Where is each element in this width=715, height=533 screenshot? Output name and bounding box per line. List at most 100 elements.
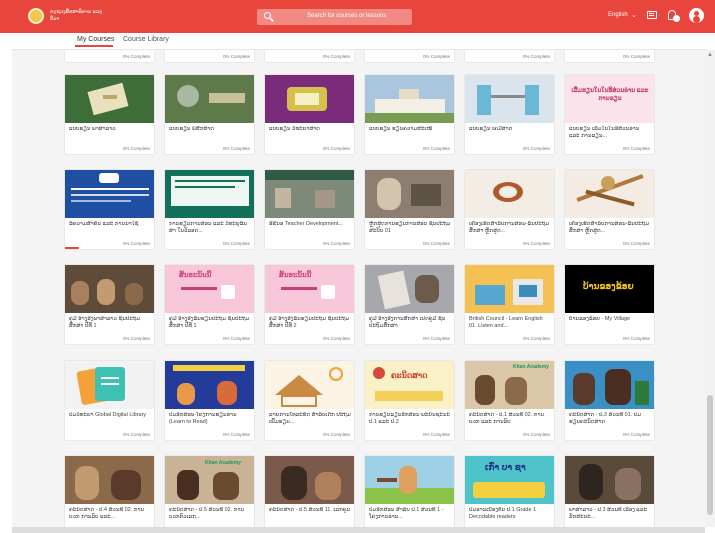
course-thumbnail: Khan Academy xyxy=(165,456,254,504)
course-card[interactable]: British Council - Learn English 01. List… xyxy=(465,265,554,344)
course-card[interactable]: ຄະນິດສາດ - ປ.4 ສ່ວນທີ 02. ການບວກ ການລົບ … xyxy=(65,456,154,527)
course-card[interactable]: ເລີ່ມຮຽນໃນໃນອີສ່ວນອ່ານ ແລະ ການຂຽນ ແບບຮຽນ… xyxy=(565,75,654,154)
course-thumbnail xyxy=(65,265,154,313)
course-card[interactable]: ແບບຮຽນ ພາສາລາວ 0% Complete xyxy=(65,75,154,154)
course-card[interactable]: 0% Complete xyxy=(365,50,454,62)
course-card[interactable]: ຄູ່ມື ອ້າງອີງພາສາລາວ ຊັ້ນປະຖົມສຶກສາ ປີທີ… xyxy=(65,265,154,344)
thumbnail-label: ເລີ່ມຮຽນໃນໃນອີສ່ວນອ່ານ ແລະ ການຂຽນ xyxy=(571,88,649,102)
search-placeholder: Search for courses or lessons xyxy=(307,13,387,19)
ministry-logo-icon[interactable] xyxy=(28,8,44,24)
thumbnail-label: ສັ້ນອະນັ້ນນີ້ xyxy=(179,272,212,279)
course-card[interactable]: ສັ້ນອະນັ້ນນີ້ ຄູ່ມື ອ້າງອີງຂຶ້ນຮຽນປະຖົມ … xyxy=(165,265,254,344)
thumbnail-label: ຄະນິດສາດ xyxy=(391,371,428,380)
course-card[interactable]: ປື້ມວິທະຍາ Global Digital Library 0% Com… xyxy=(65,361,154,440)
course-card[interactable]: ຄະນິດສາດ - ປ.5 ສ່ວນທີ 11. ເລກຄູນ xyxy=(265,456,354,527)
course-card[interactable]: ປື້ມອັກສອນ ສຳລັບ ປ.1 ສ່ວນທີ 1 - ໂຄງການອ່… xyxy=(365,456,454,527)
tab-my-courses[interactable]: My Courses xyxy=(77,36,114,43)
course-title: ແບບຮຽນ ເຄມີສາດ xyxy=(469,126,513,132)
course-thumbnail xyxy=(565,456,654,504)
course-thumbnail xyxy=(465,75,554,123)
course-title: British Council - Learn English 01. List… xyxy=(469,316,543,329)
course-card[interactable]: ປື້ມອັກສອນ-ໂຄງການຮຽນອ່ານ (Learn to Read)… xyxy=(165,361,254,440)
course-card[interactable]: ແບບຮຽນ ຮຽນຄວາມສະເໝີ 0% Complete xyxy=(365,75,454,154)
course-card[interactable]: 0% Complete xyxy=(565,50,654,62)
course-title: ອີຣີນອ Teacher Development... xyxy=(269,221,343,227)
course-thumbnail xyxy=(465,170,554,218)
chevron-down-icon[interactable]: ⌄ xyxy=(631,11,637,19)
course-thumbnail xyxy=(365,456,454,504)
thumbnail-label: ເກົ່າ ບາ ຊາ xyxy=(485,462,526,472)
course-card[interactable]: ຫຼັກສູດການຮຽນການສອນ ຊັ້ນປະຖົມ ສະບັບ 01 0… xyxy=(365,170,454,249)
course-grid: 0% Complete 0% Complete 0% Complete 0% C… xyxy=(12,50,705,527)
course-card[interactable]: 0% Complete xyxy=(465,50,554,62)
horizontal-scrollbar[interactable] xyxy=(12,527,705,533)
course-title: ປື້ມອ່ານເບື້ອງຕົ້ນ ປ.1 Grade 1 Decodable… xyxy=(469,507,537,520)
course-card[interactable]: ເຄີ່ອງເຮັດສຳລັບການສອນ-ຂຶ້ນປະຖົມສຶກສາ ຫຼັ… xyxy=(465,170,554,249)
course-card[interactable]: ລາຍການໂທລະທັດ ສຳລັບເດັກ ປະຖົມ ເພີ່ມຮຽນ..… xyxy=(265,361,354,440)
course-card[interactable]: ແບບຮຽນ ພິສິກສາດ 0% Complete xyxy=(165,75,254,154)
course-card[interactable]: Khan Academy ຄະນິດສາດ - ປ.1 ສ່ວນທີ 02. ກ… xyxy=(465,361,554,440)
scroll-up-icon[interactable]: ▲ xyxy=(707,52,713,58)
course-card[interactable]: ແບບຮຽນ ວິທະຍາສາດ 0% Complete xyxy=(265,75,354,154)
course-title: ຄະນິດສາດ - ປ.1 ສ່ວນທີ 02. ການບວກ ແລະ ການ… xyxy=(469,412,545,425)
active-tab-indicator xyxy=(75,45,113,47)
course-card[interactable]: ຄູ່ມື ອ້າງອີງການສຶກສາ ເປີດຄູ່ມື ຊັ້ນປະຖົ… xyxy=(365,265,454,344)
course-thumbnail xyxy=(65,456,154,504)
course-title: ຄະນິດສາດ - ປ.3 ສ່ວນທີ 01. ປື້ມຮຽນຄະນິດສາ… xyxy=(569,412,642,425)
course-thumbnail: ສັ້ນອະນັ້ນນີ້ xyxy=(265,265,354,313)
course-title: ແບບຮຽນ ວິທະຍາສາດ xyxy=(269,126,320,132)
tab-course-library[interactable]: Course Library xyxy=(123,36,169,43)
course-title: ແບບຮຽນ ຮຽນຄວາມສະເໝີ xyxy=(369,126,433,132)
messages-icon[interactable] xyxy=(647,11,657,19)
course-title: ຄູ່ມື ອ້າງອີງຂຶ້ນຮຽນປະຖົມ ຊັ້ນປະຖົມສຶກສາ… xyxy=(169,316,250,329)
course-thumbnail xyxy=(265,456,354,504)
course-card[interactable]: ສັ້ນອະນັ້ນນີ້ ຄູ່ມື ອ້າງອີງຂຶ້ນຮຽນປະຖົມ … xyxy=(265,265,354,344)
notification-badge xyxy=(673,15,680,22)
course-tabs: My Courses Course Library xyxy=(0,33,715,49)
course-card[interactable]: ຂໍ້ຄວາມສຳຄັນ ແລະ ການນຳໃຊ້ 0% Complete xyxy=(65,170,154,249)
course-title: ເຄີ່ອງເຮັດສຳລັບການສອນ-ຂຶ້ນປະຖົມສຶກສາ ຫຼັ… xyxy=(469,221,550,234)
course-title: ປື້ມອັກສອນ-ໂຄງການຮຽນອ່ານ (Learn to Read) xyxy=(169,412,237,425)
top-bar: ກະຊວງສຶກສາທິການ ແລະ ກິລາ Search for cour… xyxy=(0,0,715,33)
scrollbar-thumb[interactable] xyxy=(707,395,713,515)
course-card[interactable]: ການຮຽນການສອນ ແລະ ວິທະຍຸຂຶ້ນສາ ໃນວັລອດ...… xyxy=(165,170,254,249)
course-card[interactable]: 0% Complete xyxy=(265,50,354,62)
thumbnail-label: ສັ້ນອະນັ້ນນີ້ xyxy=(279,272,312,279)
language-selector[interactable]: English xyxy=(608,12,628,18)
course-card[interactable]: ແບບຮຽນ ເຄມີສາດ 0% Complete xyxy=(465,75,554,154)
course-card[interactable]: ບ້ານຂອງຂ້ອຍ ບ້ານຂອງຂ້ອຍ - My Village 0% … xyxy=(565,265,654,344)
course-thumbnail xyxy=(165,75,254,123)
course-card[interactable]: Khan Academy ຄະນິດສາດ - ປ.5 ສ່ວນທີ 02. ກ… xyxy=(165,456,254,527)
course-title: ຄະນິດສາດ - ປ.5 ສ່ວນທີ 02. ການບວກຕົວເລກ..… xyxy=(169,507,245,520)
course-card[interactable]: ຄະນິດສາດ - ປ.3 ສ່ວນທີ 01. ປື້ມຮຽນຄະນິດສາ… xyxy=(565,361,654,440)
course-title: ເຄີ່ອງເຮັດສຳລັບການສອນ-ຂຶ້ນປະຖົມສຶກສາ ຫຼັ… xyxy=(569,221,650,234)
user-avatar[interactable] xyxy=(689,8,704,23)
course-title: ປື້ມອັກສອນ ສຳລັບ ປ.1 ສ່ວນທີ 1 - ໂຄງການອ່… xyxy=(369,507,444,520)
course-card[interactable]: ພາສາລາວ - ປ.3 ສ່ວນທີ ເລື່ອງ ແລະ ລັກສະນະ.… xyxy=(565,456,654,527)
course-title: ຄູ່ມື ອ້າງອີງຂຶ້ນຮຽນປະຖົມ ຊັ້ນປະຖົມສຶກສາ… xyxy=(269,316,350,329)
search-input[interactable]: Search for courses or lessons xyxy=(257,9,412,25)
course-title: ຄະນິດສາດ - ປ.5 ສ່ວນທີ 11. ເລກຄູນ xyxy=(269,507,351,513)
course-thumbnail xyxy=(365,265,454,313)
course-title: ຄະນິດສາດ - ປ.4 ສ່ວນທີ 02. ການບວກ ການລົບ … xyxy=(69,507,145,520)
course-card[interactable]: ເກົ່າ ບາ ຊາ ປື້ມອ່ານເບື້ອງຕົ້ນ ປ.1 Grade… xyxy=(465,456,554,527)
course-thumbnail xyxy=(265,361,354,409)
course-title: ພາສາລາວ - ປ.3 ສ່ວນທີ ເລື່ອງ ແລະ ລັກສະນະ.… xyxy=(569,507,648,520)
course-card[interactable]: 0% Complete xyxy=(165,50,254,62)
course-thumbnail xyxy=(365,170,454,218)
thumbnail-label: Khan Academy xyxy=(513,364,549,370)
course-thumbnail xyxy=(265,170,354,218)
course-card[interactable]: ເຄີ່ອງເຮັດສຳລັບການສອນ-ຂຶ້ນປະຖົມສຶກສາ ຫຼັ… xyxy=(565,170,654,249)
course-thumbnail xyxy=(265,75,354,123)
course-thumbnail xyxy=(165,170,254,218)
logo-text: ກະຊວງສຶກສາທິການ ແລະ ກິລາ xyxy=(50,9,103,22)
course-card[interactable]: 0% Complete xyxy=(65,50,154,62)
course-title: ແບບຮຽນ ພິສິກສາດ xyxy=(169,126,214,132)
course-thumbnail: ເກົ່າ ບາ ຊາ xyxy=(465,456,554,504)
course-card[interactable]: ອີຣີນອ Teacher Development... 0% Complet… xyxy=(265,170,354,249)
course-title: ຄູ່ມື ອ້າງອີງພາສາລາວ ຊັ້ນປະຖົມສຶກສາ ປີທີ… xyxy=(69,316,141,329)
course-card[interactable]: ຄະນິດສາດ ການຮຽນຂຽນອັກສອນ ພະຍັນຊະນະ ປ.1 ແ… xyxy=(365,361,454,440)
course-title: ລາຍການໂທລະທັດ ສຳລັບເດັກ ປະຖົມ ເພີ່ມຮຽນ..… xyxy=(269,412,351,425)
course-thumbnail xyxy=(565,170,654,218)
course-thumbnail: ເລີ່ມຮຽນໃນໃນອີສ່ວນອ່ານ ແລະ ການຂຽນ xyxy=(565,75,654,123)
